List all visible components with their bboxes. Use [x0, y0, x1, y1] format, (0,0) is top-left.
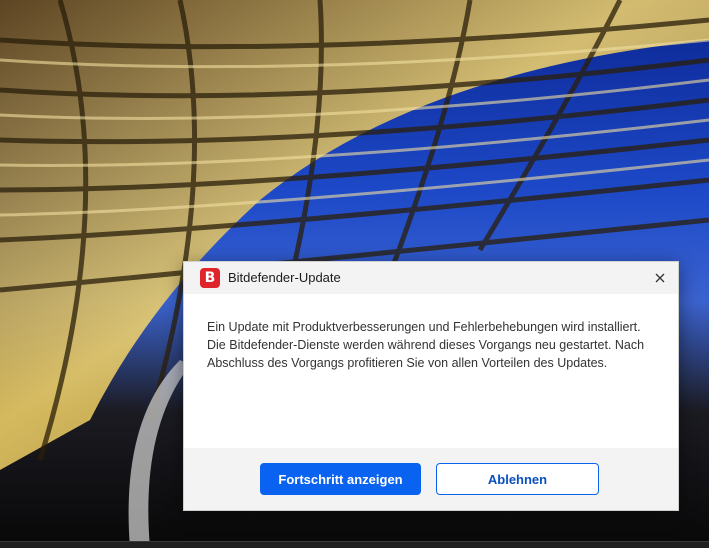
update-dialog: B Bitdefender-Update Ein Update mit Prod… [183, 261, 679, 511]
desktop: B Bitdefender-Update Ein Update mit Prod… [0, 0, 709, 548]
close-icon [655, 273, 665, 283]
dialog-footer: Fortschritt anzeigen Ablehnen [184, 448, 678, 510]
dialog-titlebar: B Bitdefender-Update [184, 262, 678, 294]
decline-button[interactable]: Ablehnen [436, 463, 599, 495]
dialog-content: Ein Update mit Produktverbesserungen und… [184, 294, 678, 448]
bitdefender-logo-icon: B [200, 268, 220, 288]
show-progress-button[interactable]: Fortschritt anzeigen [260, 463, 421, 495]
dialog-title: Bitdefender-Update [228, 270, 341, 285]
close-button[interactable] [646, 264, 674, 292]
update-message: Ein Update mit Produktverbesserungen und… [207, 320, 645, 370]
taskbar [0, 541, 709, 548]
